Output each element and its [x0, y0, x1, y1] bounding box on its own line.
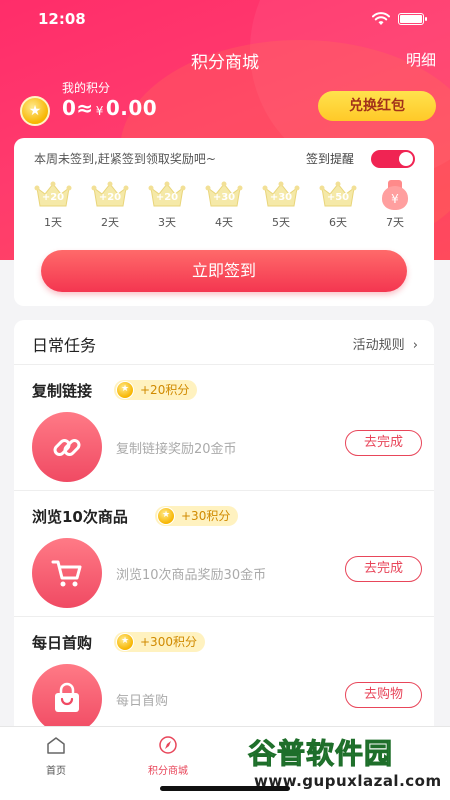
crown-icon: +50 [319, 180, 357, 210]
checkin-card: 本周未签到,赶紧签到领取奖励吧~ 签到提醒 +20 1天 +20 2天 +20 … [14, 138, 434, 306]
task-reward: +300积分 [140, 635, 197, 649]
points-amount: 0≈ [62, 96, 94, 120]
checkin-day-6: +50 6天 [315, 180, 361, 230]
day-reward: ¥ [382, 186, 408, 210]
crown-icon: +30 [205, 180, 243, 210]
day-reward: +50 [326, 192, 350, 203]
home-indicator [160, 786, 290, 791]
day-reward: +30 [269, 192, 293, 203]
coin-icon: ★ [116, 633, 134, 651]
rules-link-label: 活动规则 [352, 338, 405, 353]
checkin-remind-toggle[interactable] [371, 150, 415, 168]
day-reward: +20 [98, 192, 122, 203]
redeem-red-packet-button[interactable]: 兑换红包 [318, 91, 436, 121]
cart-icon [32, 538, 102, 608]
divider [14, 490, 434, 491]
day-label: 6天 [329, 216, 347, 229]
day-label: 5天 [272, 216, 290, 229]
day-label: 4天 [215, 216, 233, 229]
activity-rules-link[interactable]: 活动规则 › [353, 334, 418, 353]
page-title: 积分商城 [191, 53, 259, 73]
currency-symbol: ¥ [95, 104, 104, 118]
task-reward: +20积分 [140, 383, 190, 397]
task-action-button[interactable]: 去完成 [345, 430, 422, 456]
daily-tasks-card: 日常任务 活动规则 › 复制链接 ★ +20积分 复制链接奖励20金币 去完成 … [14, 320, 434, 740]
day-reward: +30 [212, 192, 236, 203]
day-label: 1天 [44, 216, 62, 229]
coin-icon: ★ [116, 381, 134, 399]
divider [14, 364, 434, 365]
checkin-day-2: +20 2天 [87, 180, 133, 230]
task-browse-products: 浏览10次商品 ★ +30积分 浏览10次商品奖励30金币 去完成 [14, 492, 434, 617]
task-description: 每日首购 [116, 694, 169, 709]
tab-points-mall[interactable]: 积分商城 [128, 735, 208, 777]
tasks-title: 日常任务 [32, 336, 97, 355]
task-name: 每日首购 [32, 634, 93, 652]
day-reward: +20 [41, 192, 65, 203]
crown-icon: +20 [91, 180, 129, 210]
points-value: 0≈ ¥0.00 [62, 96, 157, 120]
money-bag-icon: ¥ [376, 180, 414, 210]
status-bar: 12:08 [0, 0, 450, 38]
day-label: 2天 [101, 216, 119, 229]
chevron-right-icon: › [412, 338, 418, 353]
battery-icon [398, 13, 427, 25]
checkin-remind-label: 签到提醒 [306, 152, 355, 166]
checkin-hint: 本周未签到,赶紧签到领取奖励吧~ [34, 152, 216, 166]
crown-icon: +20 [148, 180, 186, 210]
task-copy-link: 复制链接 ★ +20积分 复制链接奖励20金币 去完成 [14, 366, 434, 491]
checkin-now-button[interactable]: 立即签到 [41, 250, 407, 292]
watermark-title: 谷普软件园 [247, 737, 394, 771]
crown-icon: +30 [262, 180, 300, 210]
status-time: 12:08 [38, 10, 86, 28]
task-description: 浏览10次商品奖励30金币 [116, 568, 267, 583]
day-label: 7天 [386, 216, 404, 229]
task-name: 复制链接 [32, 382, 93, 400]
detail-link[interactable]: 明细 [406, 49, 436, 70]
task-action-button[interactable]: 去购物 [345, 682, 422, 708]
day-reward: +20 [155, 192, 179, 203]
task-action-button[interactable]: 去完成 [345, 556, 422, 582]
task-reward: +30积分 [181, 509, 231, 523]
checkin-day-1: +20 1天 [30, 180, 76, 230]
points-label: 我的积分 [62, 81, 111, 95]
home-icon [47, 737, 65, 754]
task-reward-badge: ★ +20积分 [114, 380, 198, 400]
task-reward-badge: ★ +30积分 [155, 506, 239, 526]
checkin-day-3: +20 3天 [144, 180, 190, 230]
tab-home[interactable]: 首页 [16, 735, 96, 777]
coin-icon: ★ [20, 96, 50, 126]
money-amount: 0.00 [105, 96, 158, 120]
checkin-day-7: ¥ 7天 [372, 180, 418, 230]
divider [14, 616, 434, 617]
day-label: 3天 [158, 216, 176, 229]
compass-icon [159, 736, 177, 754]
checkin-day-4: +30 4天 [201, 180, 247, 230]
task-description: 复制链接奖励20金币 [116, 442, 237, 457]
shopping-bag-icon [32, 664, 102, 734]
task-reward-badge: ★ +300积分 [114, 632, 205, 652]
tab-label: 积分商城 [148, 766, 188, 777]
coin-icon: ★ [157, 507, 175, 525]
task-daily-first-purchase: 每日首购 ★ +300积分 每日首购 去购物 [14, 618, 434, 740]
tab-label: 首页 [46, 766, 66, 777]
checkin-day-5: +30 5天 [258, 180, 304, 230]
task-name: 浏览10次商品 [32, 508, 128, 526]
link-icon [32, 412, 102, 482]
crown-icon: +20 [34, 180, 72, 210]
wifi-icon [372, 12, 390, 25]
